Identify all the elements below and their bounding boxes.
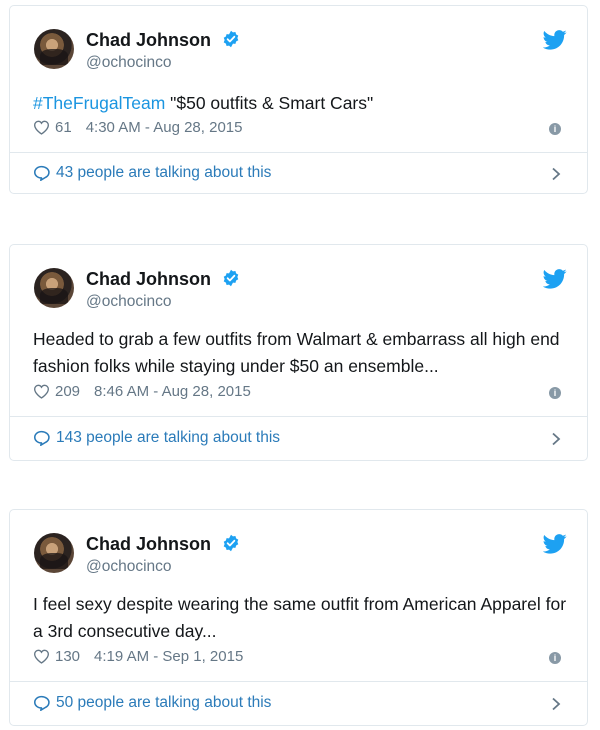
- author-name[interactable]: Chad Johnson: [86, 269, 240, 290]
- tweet-body: "$50 outfits & Smart Cars": [165, 93, 374, 113]
- tweet-text: I feel sexy despite wearing the same out…: [33, 594, 567, 641]
- tweet-card[interactable]: Chad Johnson @ochocinco I feel sexy desp…: [9, 509, 588, 726]
- author-name-text[interactable]: Chad Johnson: [86, 30, 211, 50]
- avatar[interactable]: [34, 29, 74, 69]
- info-icon[interactable]: i: [549, 123, 561, 135]
- chevron-right-icon[interactable]: [551, 167, 561, 181]
- author-name-text[interactable]: Chad Johnson: [86, 269, 211, 289]
- heart-icon[interactable]: [33, 649, 50, 664]
- talking-count[interactable]: 50 people are talking about this: [56, 694, 271, 712]
- author-name[interactable]: Chad Johnson: [86, 30, 240, 51]
- divider: [10, 681, 587, 682]
- chevron-right-icon[interactable]: [551, 432, 561, 446]
- conversation-link[interactable]: 43 people are talking about this: [33, 164, 271, 182]
- avatar[interactable]: [34, 268, 74, 308]
- tweet-card[interactable]: Chad Johnson @ochocinco #TheFrugalTeam "…: [9, 5, 588, 194]
- info-icon[interactable]: i: [549, 652, 561, 664]
- verified-badge-icon: [223, 30, 239, 48]
- author-name[interactable]: Chad Johnson: [86, 534, 240, 555]
- heart-icon[interactable]: [33, 120, 50, 135]
- twitter-bird-icon[interactable]: [543, 534, 567, 554]
- timestamp[interactable]: 8:46 AM - Aug 28, 2015: [94, 383, 251, 400]
- timestamp[interactable]: 4:19 AM - Sep 1, 2015: [94, 648, 243, 665]
- talking-count[interactable]: 143 people are talking about this: [56, 429, 280, 447]
- divider: [10, 152, 587, 153]
- avatar[interactable]: [34, 533, 74, 573]
- tweet-meta: 61 4:30 AM - Aug 28, 2015: [33, 119, 242, 136]
- info-icon[interactable]: i: [549, 387, 561, 399]
- tweet-text: #TheFrugalTeam "$50 outfits & Smart Cars…: [33, 90, 573, 117]
- tweet-meta: 209 8:46 AM - Aug 28, 2015: [33, 383, 251, 400]
- author-name-text[interactable]: Chad Johnson: [86, 534, 211, 554]
- tweet-text: Headed to grab a few outfits from Walmar…: [33, 329, 560, 376]
- like-count[interactable]: 61: [55, 119, 72, 136]
- talking-count[interactable]: 43 people are talking about this: [56, 164, 271, 182]
- tweet-card[interactable]: Chad Johnson @ochocinco Headed to grab a…: [9, 244, 588, 461]
- heart-icon[interactable]: [33, 384, 50, 399]
- twitter-bird-icon[interactable]: [543, 30, 567, 50]
- like-count[interactable]: 209: [55, 383, 80, 400]
- like-count[interactable]: 130: [55, 648, 80, 665]
- author-handle[interactable]: @ochocinco: [86, 558, 172, 576]
- author-handle[interactable]: @ochocinco: [86, 54, 172, 72]
- conversation-link[interactable]: 50 people are talking about this: [33, 694, 271, 712]
- speech-bubble-icon: [33, 430, 50, 446]
- speech-bubble-icon: [33, 165, 50, 181]
- verified-badge-icon: [223, 269, 239, 287]
- divider: [10, 416, 587, 417]
- chevron-right-icon[interactable]: [551, 697, 561, 711]
- hashtag-link[interactable]: #TheFrugalTeam: [33, 93, 165, 113]
- speech-bubble-icon: [33, 695, 50, 711]
- tweet-meta: 130 4:19 AM - Sep 1, 2015: [33, 648, 243, 665]
- author-handle[interactable]: @ochocinco: [86, 293, 172, 311]
- verified-badge-icon: [223, 534, 239, 552]
- conversation-link[interactable]: 143 people are talking about this: [33, 429, 280, 447]
- timestamp[interactable]: 4:30 AM - Aug 28, 2015: [86, 119, 243, 136]
- twitter-bird-icon[interactable]: [543, 269, 567, 289]
